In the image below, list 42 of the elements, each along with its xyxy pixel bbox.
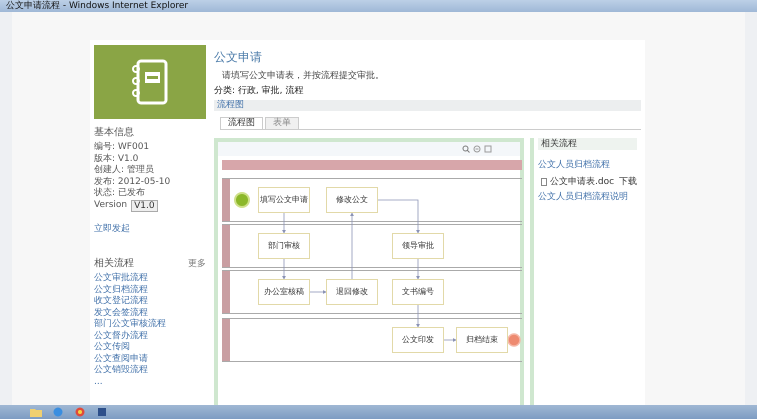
section-heading: 相关流程 xyxy=(94,258,134,270)
related-link[interactable]: 公文销毁流程 xyxy=(94,365,206,376)
more-link[interactable]: 更多 xyxy=(188,258,206,270)
info-line: 发布: 2012-05-10 xyxy=(94,176,172,188)
process-step: 填写公文申请 xyxy=(258,187,310,213)
info-line: 版本: V1.0 xyxy=(94,154,140,164)
window-title: 公文申请流程 - Windows Internet Explorer xyxy=(6,0,188,12)
related-link[interactable]: 公文查阅申请 xyxy=(94,354,206,365)
download-link[interactable]: 下载 xyxy=(619,175,637,188)
version-field: V1.0 xyxy=(131,200,158,212)
process-step: 公文印发 xyxy=(392,327,444,353)
section-heading: 基本信息 xyxy=(94,127,134,139)
process-step: 文书编号 xyxy=(392,279,444,305)
related-link[interactable]: 公文审批流程 xyxy=(94,273,206,284)
start-link[interactable]: 立即发起 xyxy=(94,224,130,235)
file-link[interactable]: 公文申请表.doc xyxy=(550,175,616,188)
process-step: 领导审批 xyxy=(392,233,444,259)
tab[interactable]: 流程图 xyxy=(220,117,263,129)
meta-line: 分类: 行政, 审批, 流程 xyxy=(214,85,304,97)
related-link[interactable]: 公文人员归档流程说明 xyxy=(538,192,637,203)
related-link[interactable]: ... xyxy=(94,376,206,388)
process-step: 部门审核 xyxy=(258,233,310,259)
related-link[interactable]: 收文登记流程 xyxy=(94,296,206,308)
panel-title: 相关流程 xyxy=(538,138,637,150)
process-step: 退回修改 xyxy=(326,279,378,305)
info-line: 创建人: 管理员 xyxy=(94,165,155,176)
process-step: 修改公文 xyxy=(326,187,378,213)
info-line: 状态: 已发布 xyxy=(94,188,146,200)
related-link[interactable]: 公文传阅 xyxy=(94,342,206,354)
section-bar: 流程图 xyxy=(214,100,641,111)
page-title: 公文申请 xyxy=(214,49,263,65)
related-link[interactable]: 公文归档流程 xyxy=(94,284,206,296)
version-label: Version xyxy=(94,200,128,212)
process-step: 办公室核稿 xyxy=(258,279,310,305)
related-link[interactable]: 发文会签流程 xyxy=(94,308,206,319)
related-link[interactable]: 部门公文审核流程 xyxy=(94,319,206,330)
related-link[interactable]: 公文人员归档流程 xyxy=(538,160,637,171)
process-step: 归档结束 xyxy=(456,327,508,353)
related-link[interactable]: 公文督办流程 xyxy=(94,330,206,342)
tab[interactable]: 表单 xyxy=(265,117,299,129)
info-line: 编号: WF001 xyxy=(94,142,150,154)
description: 请填写公文申请表，并按流程提交审批。 xyxy=(222,70,385,82)
